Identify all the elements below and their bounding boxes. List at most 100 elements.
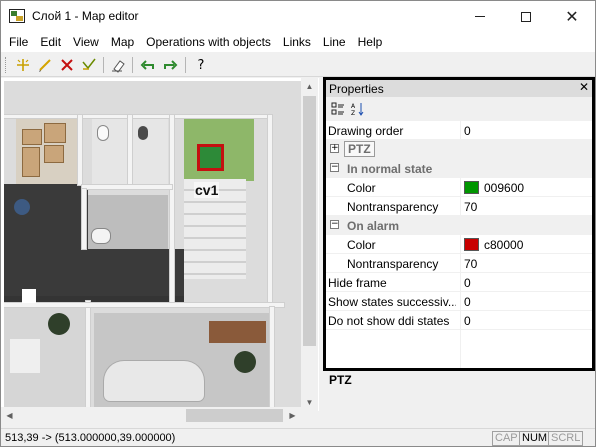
window-title: Слой 1 - Map editor bbox=[32, 9, 139, 23]
vertical-scroll-thumb[interactable] bbox=[303, 96, 316, 346]
property-category-in-normal-state[interactable]: − In normal state bbox=[326, 159, 592, 178]
property-name: Show states successiv... bbox=[328, 295, 456, 309]
horizontal-scroll-thumb[interactable] bbox=[186, 409, 283, 422]
categorized-icon bbox=[331, 102, 344, 115]
property-value[interactable]: 009600 bbox=[484, 181, 524, 195]
property-row-alarm-nontransparency[interactable]: Nontransparency 70 bbox=[326, 254, 592, 273]
title-bar: Слой 1 - Map editor ✕ bbox=[1, 1, 595, 32]
cursor-coordinates: 513,39 -> (513.000000,39.000000) bbox=[5, 432, 176, 444]
expand-plus-icon[interactable]: + bbox=[330, 144, 339, 153]
property-name: Nontransparency bbox=[347, 200, 439, 214]
toolbar-grip[interactable] bbox=[5, 57, 8, 73]
property-row-no-ddi-states[interactable]: Do not show ddi states 0 bbox=[326, 311, 592, 330]
property-value[interactable]: 70 bbox=[464, 257, 477, 271]
property-category-label: On alarm bbox=[347, 219, 400, 233]
scroll-right-icon[interactable]: ▶ bbox=[284, 407, 301, 424]
menu-edit[interactable]: Edit bbox=[34, 32, 67, 52]
property-description-panel: PTZ bbox=[323, 371, 595, 411]
toolbar-separator bbox=[185, 57, 186, 73]
property-category-on-alarm[interactable]: − On alarm bbox=[326, 216, 592, 235]
color-swatch[interactable] bbox=[464, 181, 479, 194]
undo-button[interactable] bbox=[138, 55, 158, 75]
property-category-ptz[interactable]: + PTZ bbox=[326, 140, 592, 159]
property-grid: Drawing order 0 + PTZ − In normal state … bbox=[326, 121, 592, 330]
menu-map[interactable]: Map bbox=[105, 32, 140, 52]
map-horizontal-scrollbar[interactable]: ◀ ▶ bbox=[1, 407, 301, 424]
menu-help[interactable]: Help bbox=[352, 32, 389, 52]
undo-icon bbox=[140, 60, 154, 70]
property-value[interactable]: 70 bbox=[464, 200, 477, 214]
property-category-label: PTZ bbox=[344, 141, 375, 157]
properties-title: Properties bbox=[329, 82, 384, 96]
help-button[interactable]: ? bbox=[191, 55, 211, 75]
maximize-button[interactable] bbox=[503, 1, 549, 32]
property-row-normal-color[interactable]: Color 009600 bbox=[326, 178, 592, 197]
map-view[interactable]: cv1 ▲ ▼ bbox=[1, 78, 319, 411]
minimize-icon bbox=[475, 16, 485, 17]
num-lock-indicator: NUM bbox=[519, 431, 551, 446]
map-vertical-scrollbar[interactable]: ▲ ▼ bbox=[301, 78, 318, 411]
property-value[interactable]: 0 bbox=[464, 295, 471, 309]
collapse-minus-icon[interactable]: − bbox=[330, 220, 339, 229]
add-point-button[interactable] bbox=[13, 55, 33, 75]
close-icon[interactable]: ✕ bbox=[579, 80, 589, 94]
property-row-normal-nontransparency[interactable]: Nontransparency 70 bbox=[326, 197, 592, 216]
erase-button[interactable] bbox=[108, 55, 128, 75]
add-point-icon bbox=[17, 59, 29, 71]
property-row-alarm-color[interactable]: Color c80000 bbox=[326, 235, 592, 254]
menu-operations-with-objects[interactable]: Operations with objects bbox=[140, 32, 277, 52]
menu-file[interactable]: File bbox=[3, 32, 34, 52]
map-app-icon bbox=[9, 9, 25, 23]
delete-icon bbox=[61, 59, 73, 71]
scroll-lock-indicator: SCRL bbox=[548, 431, 584, 446]
camera-label: cv1 bbox=[194, 182, 220, 198]
properties-header: Properties ✕ bbox=[326, 80, 592, 97]
map-editor-window: Слой 1 - Map editor ✕ File Edit View Map… bbox=[0, 0, 596, 447]
maximize-icon bbox=[521, 11, 531, 22]
svg-text:Z: Z bbox=[351, 110, 355, 116]
properties-toolbar: AZ bbox=[326, 97, 592, 121]
property-row-hide-frame[interactable]: Hide frame 0 bbox=[326, 273, 592, 292]
eraser-icon bbox=[112, 60, 125, 73]
toolbar-separator bbox=[103, 57, 104, 73]
property-value[interactable]: 0 bbox=[464, 276, 471, 290]
draw-line-button[interactable] bbox=[35, 55, 55, 75]
delete-button[interactable] bbox=[57, 55, 77, 75]
minimize-button[interactable] bbox=[457, 1, 503, 32]
scroll-left-icon[interactable]: ◀ bbox=[1, 407, 18, 424]
camera-marker-cv1[interactable] bbox=[197, 144, 224, 171]
categorized-view-button[interactable] bbox=[330, 101, 346, 117]
property-value[interactable]: 0 bbox=[464, 124, 471, 138]
sort-alphabetical-icon: AZ bbox=[351, 103, 364, 116]
main-toolbar: ? bbox=[1, 53, 595, 77]
menu-bar: File Edit View Map Operations with objec… bbox=[1, 32, 595, 52]
scroll-up-icon[interactable]: ▲ bbox=[301, 78, 318, 95]
close-button[interactable]: ✕ bbox=[549, 1, 595, 32]
menu-view[interactable]: View bbox=[67, 32, 105, 52]
property-category-label: In normal state bbox=[347, 162, 433, 176]
scroll-down-icon[interactable]: ▼ bbox=[301, 394, 318, 411]
property-name: Do not show ddi states bbox=[328, 314, 450, 328]
property-name: Hide frame bbox=[328, 276, 387, 290]
alphabetical-view-button[interactable]: AZ bbox=[350, 101, 366, 117]
property-row-show-states[interactable]: Show states successiv... 0 bbox=[326, 292, 592, 311]
status-bar: 513,39 -> (513.000000,39.000000) CAP NUM… bbox=[1, 428, 595, 446]
property-row-drawing-order[interactable]: Drawing order 0 bbox=[326, 121, 592, 140]
pencil-icon bbox=[39, 59, 51, 72]
svg-text:A: A bbox=[351, 103, 356, 110]
menu-links[interactable]: Links bbox=[277, 32, 317, 52]
floor-plan-image[interactable]: cv1 bbox=[4, 81, 301, 408]
menu-line[interactable]: Line bbox=[317, 32, 352, 52]
property-value[interactable]: 0 bbox=[464, 314, 471, 328]
property-value[interactable]: c80000 bbox=[484, 238, 523, 252]
edit-vertices-button[interactable] bbox=[79, 55, 99, 75]
redo-button[interactable] bbox=[160, 55, 180, 75]
help-icon: ? bbox=[197, 57, 205, 73]
collapse-minus-icon[interactable]: − bbox=[330, 163, 339, 172]
color-swatch[interactable] bbox=[464, 238, 479, 251]
close-icon: ✕ bbox=[565, 7, 579, 26]
vertex-edit-icon bbox=[82, 58, 96, 70]
caps-lock-indicator: CAP bbox=[492, 431, 521, 446]
property-name: Drawing order bbox=[328, 124, 404, 138]
redo-icon bbox=[164, 60, 178, 70]
